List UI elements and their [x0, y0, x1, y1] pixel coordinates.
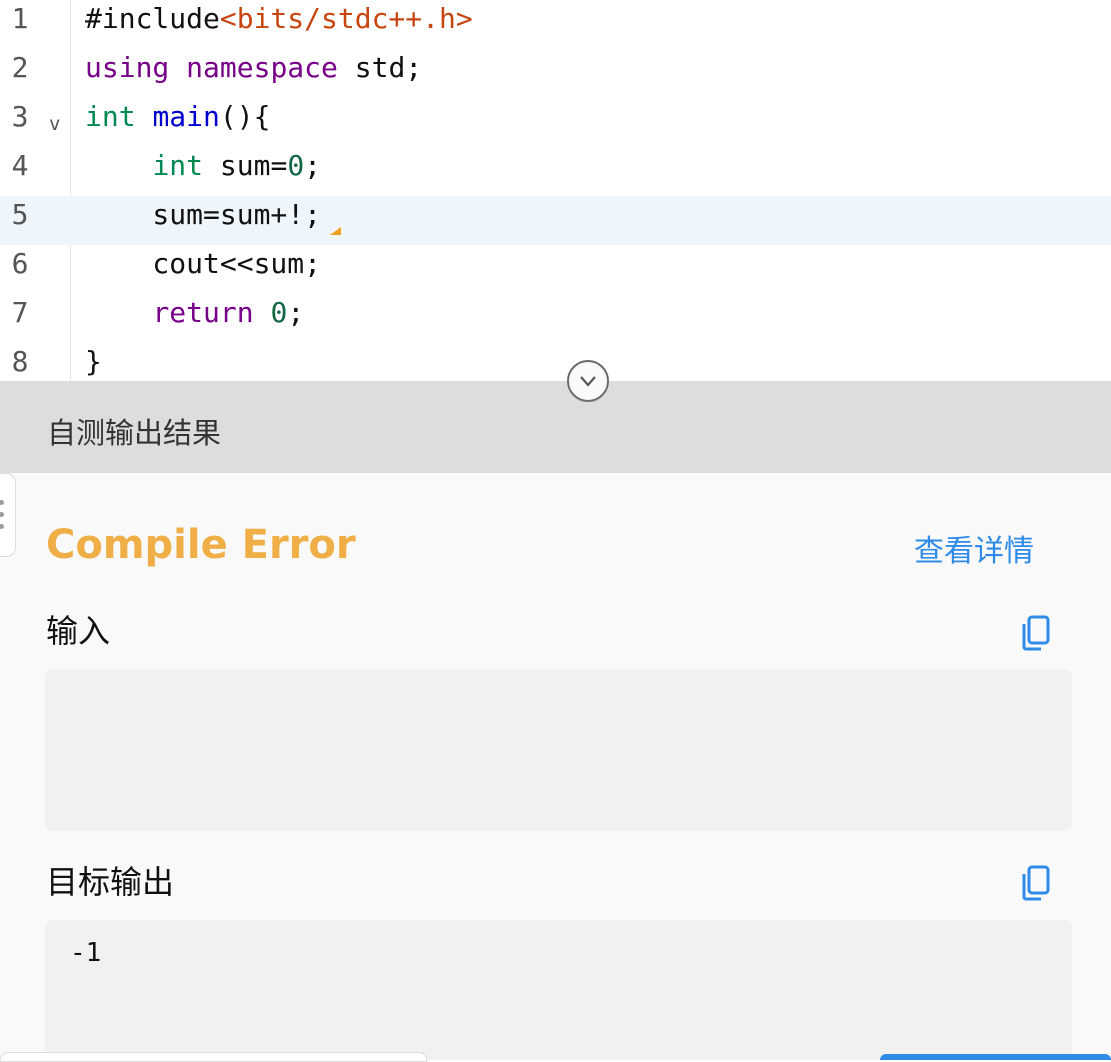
- input-box[interactable]: [45, 669, 1072, 831]
- bottom-right-button[interactable]: [880, 1054, 1111, 1060]
- code-text: int sum=0;: [85, 141, 321, 190]
- line-number: 8: [11, 345, 29, 378]
- code-token: }: [85, 345, 102, 378]
- view-details-link[interactable]: 查看详情: [914, 526, 1034, 570]
- drag-dot-icon: [0, 512, 4, 517]
- expected-output-value: -1: [70, 938, 102, 968]
- code-line[interactable]: 7 return 0;: [0, 294, 1111, 343]
- code-token: int: [152, 149, 204, 182]
- code-token: using: [85, 51, 170, 84]
- line-number: 2: [11, 51, 29, 84]
- drag-dot-icon: [0, 524, 4, 529]
- code-line[interactable]: 6 cout<<sum;: [0, 245, 1111, 294]
- code-text: #include<bits/stdc++.h>: [85, 0, 473, 43]
- code-text: return 0;: [85, 288, 304, 337]
- code-line[interactable]: 4 int sum=0;: [0, 147, 1111, 196]
- code-line[interactable]: 8}: [0, 343, 1111, 381]
- code-token: std;: [337, 51, 423, 84]
- code-text: }: [85, 337, 102, 381]
- result-panel-body: Compile Error 查看详情 输入 目标输出 -1: [0, 473, 1111, 1060]
- copy-icon: [1022, 865, 1050, 901]
- code-line[interactable]: 2 using namespace std;: [0, 49, 1111, 98]
- collapse-panel-button[interactable]: [567, 360, 609, 402]
- code-token: int: [85, 100, 136, 133]
- result-panel-title: 自测输出结果: [47, 416, 222, 450]
- code-token: sum=sum+!;: [85, 198, 322, 231]
- code-token: #include: [85, 2, 220, 35]
- line-number: 1: [11, 2, 29, 35]
- line-number: 6: [11, 247, 29, 280]
- drag-dot-icon: [0, 500, 4, 505]
- copy-icon: [1022, 615, 1050, 651]
- copy-expected-output-button[interactable]: [1020, 864, 1052, 902]
- code-text: sum=sum+!;: [85, 190, 321, 239]
- line-number: 5: [11, 198, 29, 231]
- syntax-warning-marker: [330, 227, 341, 235]
- code-token: 0: [287, 149, 305, 182]
- code-text: using namespace std;: [85, 43, 422, 92]
- code-token: ;: [304, 149, 322, 182]
- drag-handle[interactable]: [0, 473, 16, 557]
- chevron-down-icon: [580, 376, 596, 387]
- line-number: 3: [11, 100, 29, 133]
- code-text: int main(){: [85, 92, 270, 141]
- code-token: main: [152, 100, 220, 133]
- code-token: 0: [270, 296, 288, 329]
- result-panel-header: 自测输出结果: [0, 381, 1111, 473]
- code-line[interactable]: 3 v int main(){: [0, 98, 1111, 147]
- copy-input-button[interactable]: [1020, 614, 1052, 652]
- code-token: sum=: [203, 149, 288, 182]
- code-line[interactable]: 1 #include<bits/stdc++.h>: [0, 0, 1111, 49]
- code-token: namespace: [186, 51, 338, 84]
- code-token: (){: [219, 100, 271, 133]
- code-token: <bits/stdc++.h>: [219, 2, 473, 35]
- expected-output-label: 目标输出: [46, 863, 175, 901]
- code-text: cout<<sum;: [85, 239, 321, 288]
- code-token: ;: [287, 296, 305, 329]
- compile-status: Compile Error: [46, 522, 356, 568]
- code-editor[interactable]: 1 #include<bits/stdc++.h> 2 using namespace…: [0, 0, 1111, 381]
- line-number: 7: [11, 296, 29, 329]
- expected-output-box[interactable]: -1: [45, 920, 1072, 1060]
- line-number: 4: [11, 149, 29, 182]
- fold-toggle-icon[interactable]: v: [49, 100, 60, 149]
- code-token: return: [152, 296, 254, 329]
- input-label: 输入: [46, 612, 111, 650]
- code-token: cout<<sum;: [85, 247, 322, 280]
- bottom-left-tab[interactable]: [0, 1052, 427, 1062]
- code-line[interactable]: 5 sum=sum+!;: [0, 196, 1111, 245]
